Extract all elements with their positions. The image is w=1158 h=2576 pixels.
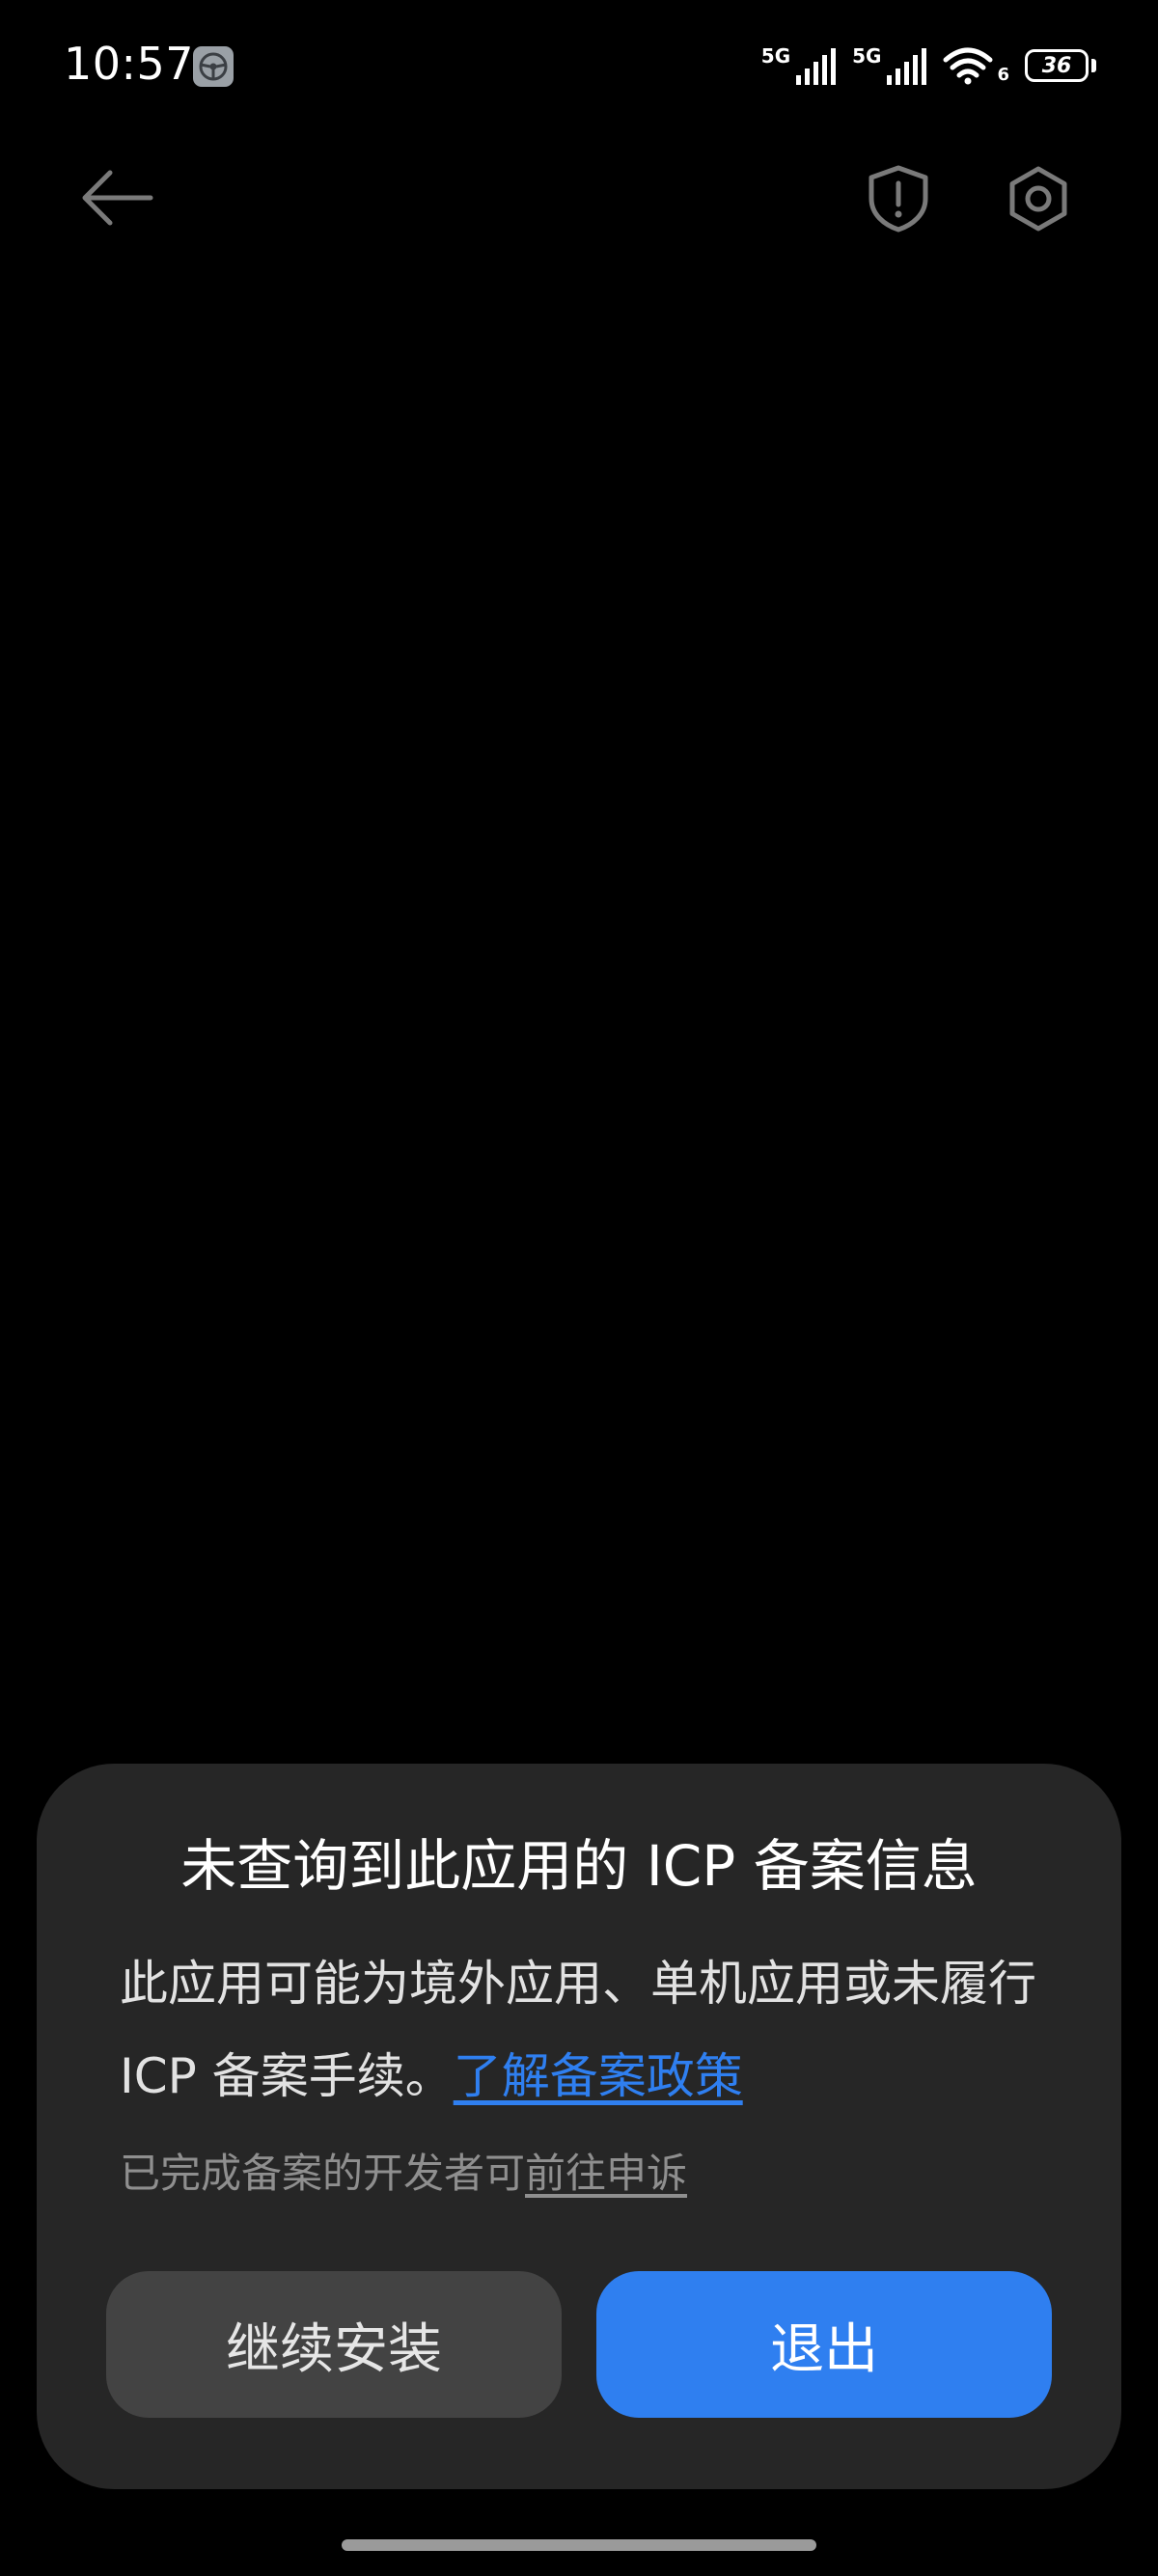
exit-button[interactable]: 退出	[596, 2271, 1052, 2418]
signal-bars-icon	[887, 48, 927, 85]
appeal-link[interactable]: 前往申诉	[525, 2150, 687, 2197]
dialog-message: 此应用可能为境外应用、单机应用或未履行 ICP 备案手续。了解备案政策	[120, 1937, 1075, 2123]
gear-icon[interactable]	[1004, 164, 1073, 233]
icp-warning-dialog: 未查询到此应用的 ICP 备案信息 此应用可能为境外应用、单机应用或未履行 IC…	[37, 1764, 1121, 2489]
steering-wheel-icon	[193, 46, 234, 87]
status-bar: 10:57 5G 5G 6 36	[0, 0, 1158, 135]
battery-indicator: 36	[1025, 49, 1096, 82]
battery-level: 36	[1025, 49, 1089, 82]
home-indicator[interactable]	[342, 2539, 816, 2551]
arrow-left-icon[interactable]	[79, 166, 156, 230]
wifi-indicator: 6	[943, 46, 1011, 85]
dialog-title: 未查询到此应用的 ICP 备案信息	[180, 1833, 978, 1899]
shield-alert-icon[interactable]	[865, 164, 932, 233]
signal-bars-icon	[796, 48, 837, 85]
network-type-label: 5G	[760, 44, 791, 68]
signal-sim2: 5G	[852, 46, 929, 85]
network-type-label: 5G	[852, 44, 882, 68]
policy-link[interactable]: 了解备案政策	[454, 2048, 743, 2104]
wifi-icon	[943, 47, 993, 85]
status-time: 10:57	[64, 38, 195, 90]
signal-sim1: 5G	[761, 46, 839, 85]
continue-install-button[interactable]: 继续安装	[106, 2271, 562, 2418]
status-indicators: 5G 5G 6 36	[761, 39, 1096, 93]
battery-cap	[1091, 59, 1096, 72]
developer-note: 已完成备案的开发者可前往申诉	[120, 2144, 1075, 2204]
developer-note-text: 已完成备案的开发者可	[120, 2150, 526, 2197]
wifi-version-badge: 6	[997, 65, 1009, 85]
